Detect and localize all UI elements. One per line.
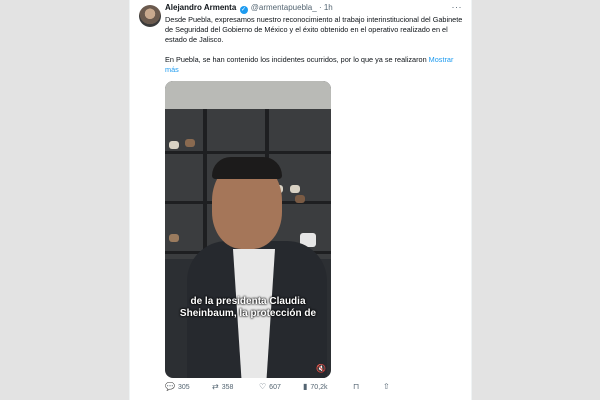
more-options-icon[interactable]: ··· — [452, 2, 463, 12]
video-person-hair — [212, 157, 282, 179]
video-player[interactable]: de la presidenta Claudia Sheinbaum, la p… — [165, 81, 331, 378]
repost-icon: ⇄ — [212, 382, 219, 391]
views-count: 70,2k — [310, 384, 328, 391]
tweet-paragraph-2-text: En Puebla, se han contenido los incident… — [165, 55, 427, 64]
tweet-paragraph-2: En Puebla, se han contenido los incident… — [165, 55, 465, 75]
verified-badge-icon: ✓ — [239, 6, 248, 14]
repost-button[interactable]: ⇄ 358 — [212, 381, 233, 394]
author-name[interactable]: Alejandro Armenta — [165, 3, 236, 12]
bookmark-button[interactable]: ⊓ — [353, 381, 362, 394]
like-count: 607 — [269, 384, 281, 391]
author-handle[interactable]: @armentapuebla_ — [251, 3, 317, 12]
heart-icon: ♡ — [259, 382, 267, 391]
share-button[interactable]: ⇧ — [383, 381, 393, 394]
reply-icon: 💬 — [165, 382, 175, 391]
reply-count: 305 — [177, 384, 190, 391]
like-button[interactable]: ♡ 607 — [259, 381, 281, 394]
tweet-paragraph-1: Desde Puebla, expresamos nuestro reconoc… — [165, 15, 463, 44]
header-separator: · — [318, 3, 322, 12]
avatar[interactable] — [139, 5, 161, 27]
video-background-ceiling — [165, 81, 331, 109]
tweet-card[interactable]: Alejandro Armenta ✓ @armentapuebla_ · 1h… — [129, 0, 472, 400]
reply-button[interactable]: 💬 305 — [165, 381, 190, 394]
video-caption: de la presidenta Claudia Sheinbaum, la p… — [179, 296, 317, 319]
share-icon: ⇧ — [383, 382, 390, 391]
views-icon: ▮ — [303, 382, 308, 391]
tweet-action-bar: 💬 305 ⇄ 358 ♡ 607 ▮ 70,2k ⊓ ⇧ — [165, 381, 465, 393]
mute-icon[interactable]: 🔇 — [316, 364, 326, 373]
views-button[interactable]: ▮ 70,2k — [303, 381, 328, 394]
tweet-header: Alejandro Armenta ✓ @armentapuebla_ · 1h — [165, 3, 333, 14]
tweet-text: Desde Puebla, expresamos nuestro reconoc… — [165, 15, 465, 85]
tweet-time[interactable]: 1h — [324, 3, 333, 12]
repost-count: 358 — [221, 384, 234, 391]
bookmark-icon: ⊓ — [353, 382, 360, 391]
